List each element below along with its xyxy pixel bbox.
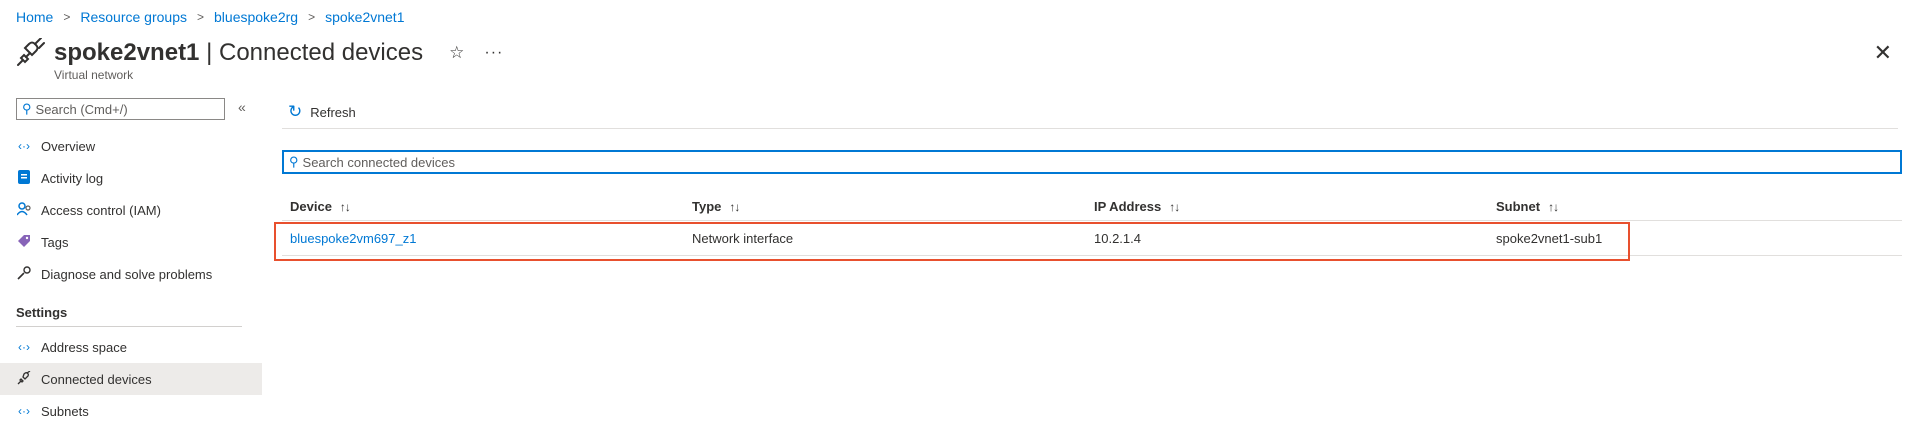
chevron-right-icon: > [308, 10, 316, 24]
star-icon[interactable]: ☆ [449, 43, 464, 63]
column-label: Type [692, 198, 722, 214]
sidebar-nav: ‹·› Overview Activity log Access control… [0, 130, 262, 427]
sidebar-item-overview[interactable]: ‹·› Overview [0, 130, 262, 162]
column-header-ip-address[interactable]: IP Address ↑↓ [1086, 199, 1488, 214]
breadcrumb: Home > Resource groups > bluespoke2rg > … [16, 9, 405, 25]
page-title: spoke2vnet1 | Connected devices [54, 39, 423, 67]
sidebar-item-label: Subnets [41, 403, 89, 419]
sidebar-item-label: Tags [41, 234, 69, 250]
main-content: ↻ Refresh ⚲ Search connected devices Dev… [282, 96, 1902, 256]
vnet-icon: ‹·› [18, 404, 30, 418]
refresh-label: Refresh [310, 104, 356, 120]
sidebar-item-activity-log[interactable]: Activity log [0, 162, 262, 194]
sidebar-item-label: Address space [41, 339, 127, 355]
column-label: IP Address [1094, 198, 1162, 214]
vnet-icon: ‹·› [18, 340, 30, 354]
sidebar-section-settings: Settings [16, 305, 68, 320]
column-header-subnet[interactable]: Subnet ↑↓ [1488, 199, 1902, 214]
page-header: spoke2vnet1 | Connected devices ☆ ··· [15, 38, 503, 68]
iam-icon [15, 201, 32, 219]
column-label: Subnet [1496, 198, 1541, 214]
command-bar: ↻ Refresh [282, 96, 1898, 129]
search-icon: ⚲ [22, 101, 32, 116]
breadcrumb-resource-group[interactable]: bluespoke2rg [214, 9, 298, 25]
sidebar-item-address-space[interactable]: ‹·› Address space [0, 331, 262, 363]
sidebar-item-label: Diagnose and solve problems [41, 266, 213, 282]
table-header: Device ↑↓ Type ↑↓ IP Address ↑↓ Subnet ↑↓ [282, 192, 1902, 221]
sidebar-item-label: Activity log [41, 170, 104, 186]
row-highlight-box [274, 222, 1630, 261]
search-icon: ⚲ [289, 154, 299, 169]
plug-icon [16, 369, 32, 388]
sidebar-search-placeholder: Search (Cmd+/) [35, 101, 128, 117]
sidebar-item-diagnose[interactable]: Diagnose and solve problems [0, 258, 262, 290]
sort-icon[interactable]: ↑↓ [340, 200, 351, 214]
column-header-device[interactable]: Device ↑↓ [282, 199, 684, 214]
sidebar-item-label: Overview [41, 138, 96, 154]
search-placeholder: Search connected devices [302, 154, 456, 170]
close-icon[interactable]: ✕ [1874, 40, 1892, 66]
refresh-icon: ↻ [288, 102, 303, 121]
title-separator: | [206, 39, 213, 66]
sort-icon[interactable]: ↑↓ [729, 200, 740, 214]
refresh-button[interactable]: ↻ Refresh [288, 102, 356, 122]
collapse-icon[interactable]: « [238, 99, 246, 115]
sidebar-item-label: Connected devices [41, 371, 152, 387]
sidebar-item-subnets[interactable]: ‹·› Subnets [0, 395, 262, 427]
plug-icon [17, 38, 45, 66]
breadcrumb-vnet[interactable]: spoke2vnet1 [325, 9, 404, 25]
column-header-type[interactable]: Type ↑↓ [684, 199, 1086, 214]
sort-icon[interactable]: ↑↓ [1548, 200, 1559, 214]
column-label: Device [290, 198, 332, 214]
chevron-right-icon: > [197, 10, 205, 24]
tag-icon [16, 234, 32, 251]
more-options-icon[interactable]: ··· [484, 44, 503, 62]
sidebar-item-tags[interactable]: Tags [0, 226, 262, 258]
page-subtitle: Virtual network [54, 68, 134, 82]
breadcrumb-home[interactable]: Home [16, 9, 53, 25]
wrench-icon [16, 265, 32, 283]
sidebar-item-label: Access control (IAM) [41, 202, 161, 218]
sidebar-item-iam[interactable]: Access control (IAM) [0, 194, 262, 226]
sidebar-item-connected-devices[interactable]: Connected devices [0, 363, 262, 395]
connected-devices-search-input[interactable]: ⚲ Search connected devices [282, 150, 1902, 174]
vnet-icon: ‹·› [18, 139, 30, 153]
activity-log-icon [16, 169, 32, 187]
sidebar-divider [16, 326, 242, 327]
breadcrumb-resource-groups[interactable]: Resource groups [80, 9, 187, 25]
blade-title: Connected devices [218, 39, 424, 66]
chevron-right-icon: > [63, 10, 71, 24]
sort-icon[interactable]: ↑↓ [1169, 200, 1180, 214]
sidebar-search-input[interactable]: ⚲ Search (Cmd+/) [16, 98, 225, 120]
resource-name: spoke2vnet1 [54, 39, 200, 66]
